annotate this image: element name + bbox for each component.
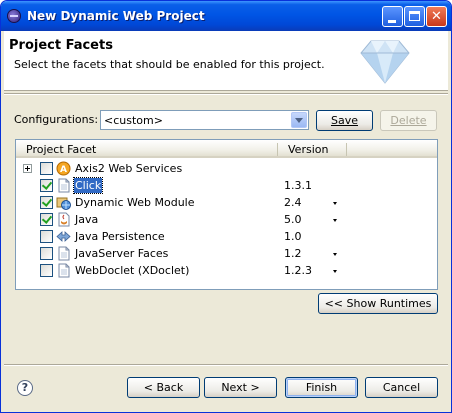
facet-name: Java [75,213,99,226]
delete-button[interactable]: Delete [380,110,437,131]
close-icon: ✕ [431,9,442,24]
facet-version[interactable]: 5.0 [284,213,302,226]
header-separator [4,93,448,95]
window-title: New Dynamic Web Project [27,9,205,23]
show-runtimes-button[interactable]: << Show Runtimes [318,293,438,314]
facet-checkbox[interactable] [40,213,53,226]
column-project-facet[interactable]: Project Facet [26,143,96,156]
facet-version: 1.0 [284,230,302,243]
axis2-icon: A [56,161,71,176]
back-button[interactable]: < Back [127,377,200,398]
chevron-down-icon[interactable] [291,112,307,128]
facet-version[interactable]: 2.4 [284,196,302,209]
help-icon[interactable]: ? [17,380,33,396]
table-row[interactable]: A Axis2 Web Services [16,160,437,177]
facet-name: JavaServer Faces [75,247,169,260]
facet-name: WebDoclet (XDoclet) [75,264,190,277]
version-dropdown-icon[interactable] [333,202,337,205]
column-divider [277,143,278,156]
page-title: Project Facets [9,38,113,53]
version-dropdown-icon[interactable] [333,253,337,256]
next-label: Next > [221,381,260,394]
facet-checkbox[interactable] [40,247,53,260]
title-bar: New Dynamic Web Project ✕ [1,1,451,31]
cancel-button[interactable]: Cancel [365,377,438,398]
cancel-label: Cancel [382,381,421,394]
java-icon [58,212,70,227]
facet-checkbox[interactable] [40,179,53,192]
configurations-combo[interactable]: <custom> [100,110,309,130]
facet-checkbox[interactable] [40,196,53,209]
page-icon [58,246,70,261]
next-button[interactable]: Next > [204,377,277,398]
finish-label: Finish [305,381,338,394]
table-row[interactable]: Java Persistence 1.0 [16,228,437,245]
table-row[interactable]: WebDoclet (XDoclet) 1.2.3 [16,262,437,279]
column-version[interactable]: Version [288,143,328,156]
minimize-button[interactable] [382,6,403,27]
table-row[interactable]: Java 5.0 [16,211,437,228]
page-icon [58,263,70,278]
eclipse-icon [7,9,21,23]
persistence-icon [56,231,71,242]
facets-table[interactable]: Project Facet Version A Axis2 Web Servic… [15,139,438,290]
configurations-value: <custom> [104,114,163,127]
show-runtimes-label: << Show Runtimes [324,297,432,310]
table-row[interactable]: JavaServer Faces 1.2 [16,245,437,262]
facet-version: 1.3.1 [284,179,312,192]
page-icon [58,178,70,193]
delete-label: Delete [390,114,427,127]
facet-version[interactable]: 1.2.3 [284,264,312,277]
minimize-icon [388,20,396,23]
wizard-header: Project Facets Select the facets that sh… [4,31,448,91]
facet-checkbox[interactable] [40,162,53,175]
finish-button[interactable]: Finish [285,377,358,398]
facet-checkbox[interactable] [40,264,53,277]
close-button[interactable]: ✕ [426,6,447,27]
dialog-window: New Dynamic Web Project ✕ Project Facets… [0,0,452,413]
footer-separator [4,364,448,366]
back-label: < Back [143,381,184,394]
table-row[interactable]: Dynamic Web Module 2.4 [16,194,437,211]
page-description: Select the facets that should be enabled… [14,58,325,71]
table-header: Project Facet Version [16,140,437,158]
facet-name: Click [72,177,104,194]
facet-name: Axis2 Web Services [75,162,183,175]
facet-version[interactable]: 1.2 [284,247,302,260]
save-label: Save [330,114,358,127]
version-dropdown-icon[interactable] [333,219,337,222]
maximize-button[interactable] [404,6,425,27]
column-divider [346,143,347,156]
expand-icon[interactable] [23,164,32,173]
facet-name: Java Persistence [75,230,165,243]
save-button[interactable]: Save [316,110,373,131]
table-row[interactable]: Click 1.3.1 [16,177,437,194]
gem-icon [360,40,410,84]
maximize-icon [409,11,420,21]
facet-checkbox[interactable] [40,230,53,243]
configurations-label: Configurations: [14,113,99,126]
web-module-icon [56,197,71,210]
facet-name: Dynamic Web Module [75,196,195,209]
svg-text:A: A [60,165,67,175]
version-dropdown-icon[interactable] [333,270,337,273]
